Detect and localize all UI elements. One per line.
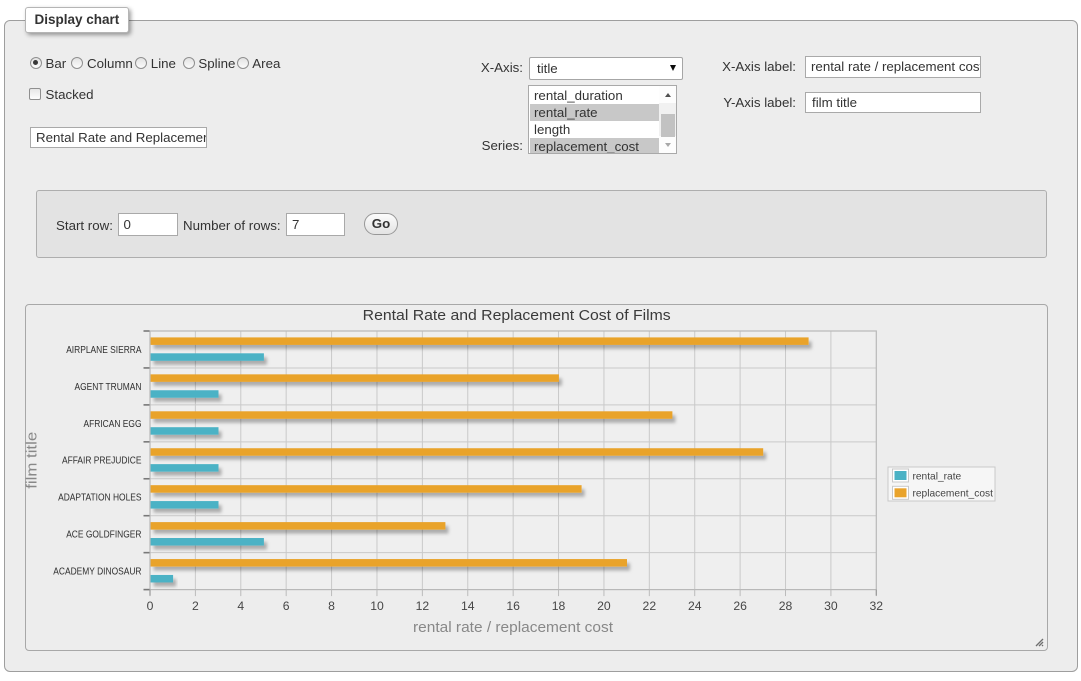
svg-text:16: 16 (506, 599, 520, 613)
svg-text:AIRPLANE SIERRA: AIRPLANE SIERRA (66, 345, 142, 356)
svg-text:2: 2 (192, 599, 199, 613)
svg-text:ACE GOLDFINGER: ACE GOLDFINGER (66, 530, 141, 541)
svg-text:12: 12 (416, 599, 430, 613)
svg-text:rental rate / replacement cost: rental rate / replacement cost (413, 619, 614, 636)
svg-text:AGENT TRUMAN: AGENT TRUMAN (75, 382, 142, 393)
svg-text:22: 22 (643, 599, 657, 613)
svg-text:6: 6 (283, 599, 290, 613)
svg-text:18: 18 (552, 599, 566, 613)
svg-text:0: 0 (147, 599, 154, 613)
svg-text:26: 26 (733, 599, 747, 613)
svg-text:4: 4 (237, 599, 244, 613)
svg-text:28: 28 (779, 599, 793, 613)
svg-text:32: 32 (870, 599, 884, 613)
svg-text:rental_rate: rental_rate (913, 471, 962, 482)
svg-text:8: 8 (328, 599, 335, 613)
svg-text:AFFAIR PREJUDICE: AFFAIR PREJUDICE (62, 456, 142, 467)
svg-text:24: 24 (688, 599, 702, 613)
svg-text:replacement_cost: replacement_cost (913, 489, 994, 500)
svg-text:30: 30 (824, 599, 838, 613)
svg-text:film title: film title (25, 432, 41, 489)
svg-text:Rental Rate and Replacement Co: Rental Rate and Replacement Cost of Film… (363, 307, 671, 324)
svg-text:ADAPTATION HOLES: ADAPTATION HOLES (58, 493, 142, 504)
svg-text:10: 10 (370, 599, 384, 613)
svg-text:20: 20 (597, 599, 611, 613)
svg-text:14: 14 (461, 599, 475, 613)
svg-text:ACADEMY DINOSAUR: ACADEMY DINOSAUR (53, 567, 141, 578)
svg-text:AFRICAN EGG: AFRICAN EGG (84, 419, 142, 430)
